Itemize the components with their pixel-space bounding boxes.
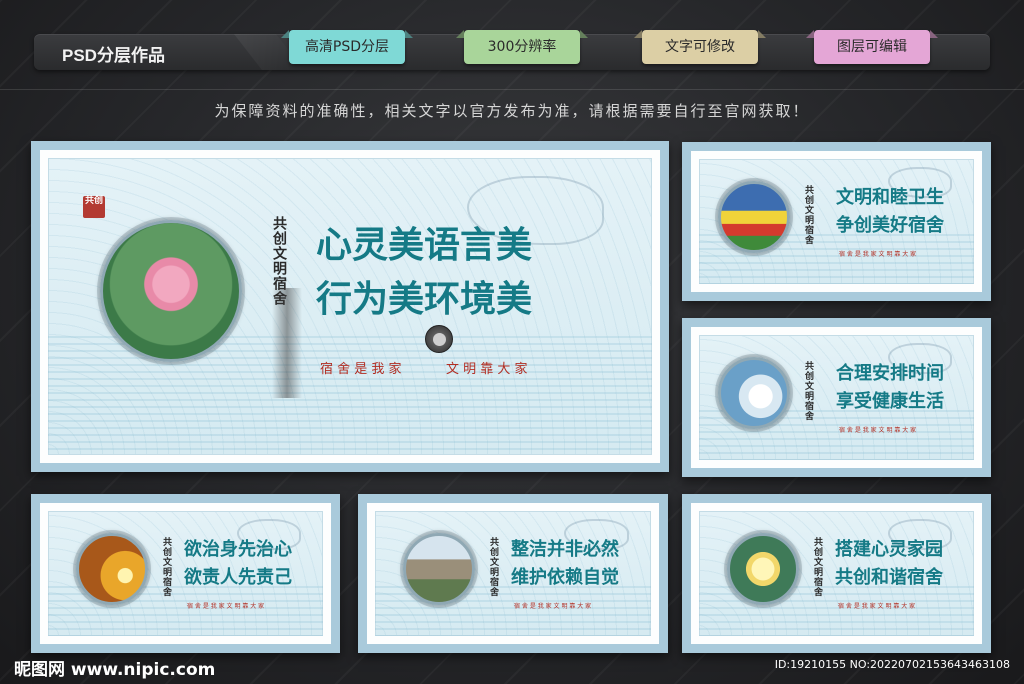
panel-1-line-2: 争创美好宿舍 (836, 215, 944, 236)
panel-1-vertical: 共创文明宿舍 (803, 185, 813, 245)
panel-5-motto: 宿 舍 是 我 家 文 明 靠 大 家 (838, 603, 916, 610)
panel-5-vertical: 共创文明宿舍 (812, 537, 822, 597)
motto-right: 文 明 靠 大 家 (446, 362, 528, 377)
nipic-watermark: 昵图网 www.nipic.com (14, 660, 216, 680)
butterfly-photo (718, 357, 790, 429)
panel-1-line-1: 文明和睦卫生 (836, 187, 944, 208)
top-bar: PSD分层作品 高清PSD分层 300分辨率 文字可修改 图层可编辑 (34, 30, 990, 70)
panel-3-line-2: 欲责人先责己 (184, 567, 292, 588)
panel-2: 共创文明宿舍 合理安排时间 享受健康生活 宿 舍 是 我 家 文 明 靠 大 家 (682, 318, 991, 477)
slogan-line-2: 行为美环境美 (316, 279, 533, 320)
panel-3-line-1: 欲治身先治心 (184, 539, 292, 560)
panel-5-line-2: 共创和谐宿舍 (835, 567, 943, 588)
mountain-photo (403, 533, 475, 605)
top-bar-title: PSD分层作品 (62, 46, 165, 65)
panel-2-line-1: 合理安排时间 (836, 363, 944, 384)
panel-4-line-1: 整洁并非必然 (511, 539, 619, 560)
panel-3-vertical: 共创文明宿舍 (161, 537, 171, 597)
main-panel: 共创 共创文明宿舍 心灵美语言美 行为美环境美 宿 舍 是 我 家 文 明 靠 … (31, 141, 669, 472)
panel-5: 共创文明宿舍 搭建心灵家园 共创和谐宿舍 宿 舍 是 我 家 文 明 靠 大 家 (682, 494, 991, 653)
panel-2-vertical: 共创文明宿舍 (803, 361, 813, 421)
tulip-photo (718, 181, 790, 253)
motto-left: 宿 舍 是 我 家 (320, 362, 402, 377)
photo-id: ID:19210155 NO:20220702153643463108 (774, 658, 1010, 671)
tag-resolution: 300分辨率 (464, 30, 580, 64)
tag-layer-editable: 图层可编辑 (814, 30, 930, 64)
main-board: 共创 共创文明宿舍 心灵美语言美 行为美环境美 宿 舍 是 我 家 文 明 靠 … (48, 158, 652, 455)
yellow-flower-photo (727, 533, 799, 605)
panel-1-motto: 宿 舍 是 我 家 文 明 靠 大 家 (839, 251, 917, 258)
tag-text-editable: 文字可修改 (642, 30, 758, 64)
panel-4: 共创文明宿舍 整洁并非必然 维护依赖自觉 宿 舍 是 我 家 文 明 靠 大 家 (358, 494, 668, 653)
panel-4-vertical: 共创文明宿舍 (488, 537, 498, 597)
slogan-line-1: 心灵美语言美 (316, 225, 533, 266)
panel-4-line-2: 维护依赖自觉 (511, 567, 619, 588)
panel-3-motto: 宿 舍 是 我 家 文 明 靠 大 家 (187, 603, 265, 610)
emblem-icon (425, 325, 453, 353)
panel-2-line-2: 享受健康生活 (836, 391, 944, 412)
header-divider (0, 89, 1024, 90)
red-seal: 共创 (83, 196, 105, 218)
panel-5-line-1: 搭建心灵家园 (835, 539, 943, 560)
lotus-photo (100, 220, 242, 362)
tag-psd-layers: 高清PSD分层 (289, 30, 405, 64)
notice-text: 为保障资料的准确性，相关文字以官方发布为准，请根据需要自行至官网获取！ (214, 102, 810, 120)
panel-3: 共创文明宿舍 欲治身先治心 欲责人先责己 宿 舍 是 我 家 文 明 靠 大 家 (31, 494, 340, 653)
panel-1: 共创文明宿舍 文明和睦卫生 争创美好宿舍 宿 舍 是 我 家 文 明 靠 大 家 (682, 142, 991, 301)
panel-2-motto: 宿 舍 是 我 家 文 明 靠 大 家 (839, 427, 917, 434)
panel-4-motto: 宿 舍 是 我 家 文 明 靠 大 家 (514, 603, 592, 610)
autumn-tree-photo (76, 533, 148, 605)
